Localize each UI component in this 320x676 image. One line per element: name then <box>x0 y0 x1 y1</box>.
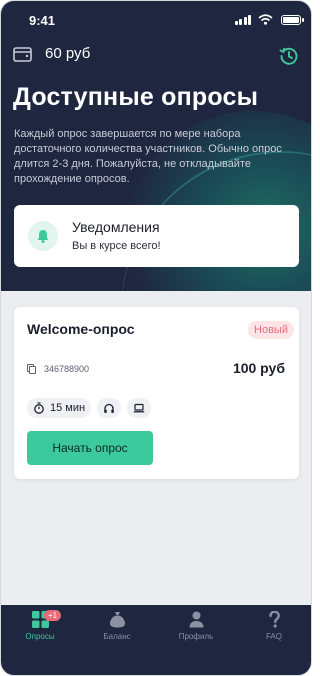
bell-icon <box>37 230 49 243</box>
person-icon <box>189 611 203 628</box>
notifications-title: Уведомления <box>72 219 160 235</box>
bell-icon-wrap <box>28 221 58 251</box>
page-description: Каждый опрос завершается по мере набора … <box>14 128 282 185</box>
wallet-icon <box>13 46 32 62</box>
laptop-icon <box>133 403 145 413</box>
tab-faq-label: FAQ <box>265 632 282 641</box>
tab-surveys[interactable]: +1 Опросы <box>5 610 75 641</box>
tab-faq[interactable]: FAQ <box>239 611 309 641</box>
question-icon <box>268 611 280 628</box>
tab-profile[interactable]: Профиль <box>161 611 231 641</box>
survey-title: Welcome-опрос <box>27 321 135 337</box>
history-icon[interactable] <box>279 46 299 66</box>
notifications-subtitle: Вы в курсе всего! <box>72 240 161 252</box>
survey-code-row[interactable]: 346788900 <box>27 364 89 374</box>
survey-code: 346788900 <box>44 364 90 374</box>
page-title: Доступные опросы <box>13 83 259 111</box>
balance-amount: 60 руб <box>45 45 91 62</box>
notifications-card[interactable]: Уведомления Вы в курсе всего! <box>14 205 299 267</box>
tab-bar: +1 Опросы Баланс Профиль FAQ <box>1 605 311 675</box>
survey-price: 100 руб <box>232 360 285 376</box>
headphones-icon <box>104 403 114 413</box>
audio-chip <box>97 398 122 418</box>
survey-card[interactable]: Welcome-опрос Новый 346788900 100 руб 15… <box>14 307 299 479</box>
stopwatch-icon <box>34 402 44 414</box>
balance-row[interactable]: 60 руб <box>13 45 90 62</box>
status-time: 9:41 <box>29 13 56 28</box>
survey-tags: 15 мин <box>27 398 152 418</box>
phone-screen: 9:41 60 руб Доступные опросы Каждый опро… <box>0 0 312 676</box>
battery-icon <box>281 15 301 25</box>
tab-profile-label: Профиль <box>178 632 214 641</box>
hero-header: 9:41 60 руб Доступные опросы Каждый опро… <box>1 1 311 291</box>
moneybag-icon <box>109 612 125 628</box>
duration-chip: 15 мин <box>27 398 92 418</box>
tab-badge: +1 <box>44 610 62 621</box>
tab-surveys-label: Опросы <box>25 632 55 641</box>
start-survey-button[interactable]: Начать опрос <box>27 431 153 465</box>
wifi-icon <box>258 14 273 25</box>
tab-balance[interactable]: Баланс <box>82 611 152 641</box>
device-chip <box>127 398 152 418</box>
status-bar: 9:41 <box>1 11 311 31</box>
copy-icon[interactable] <box>27 364 36 374</box>
cellular-signal-icon <box>234 15 251 25</box>
tab-balance-label: Баланс <box>103 632 131 641</box>
duration-label: 15 мин <box>50 402 86 414</box>
status-badge: Новый <box>248 321 294 339</box>
battery-cap <box>302 18 304 22</box>
